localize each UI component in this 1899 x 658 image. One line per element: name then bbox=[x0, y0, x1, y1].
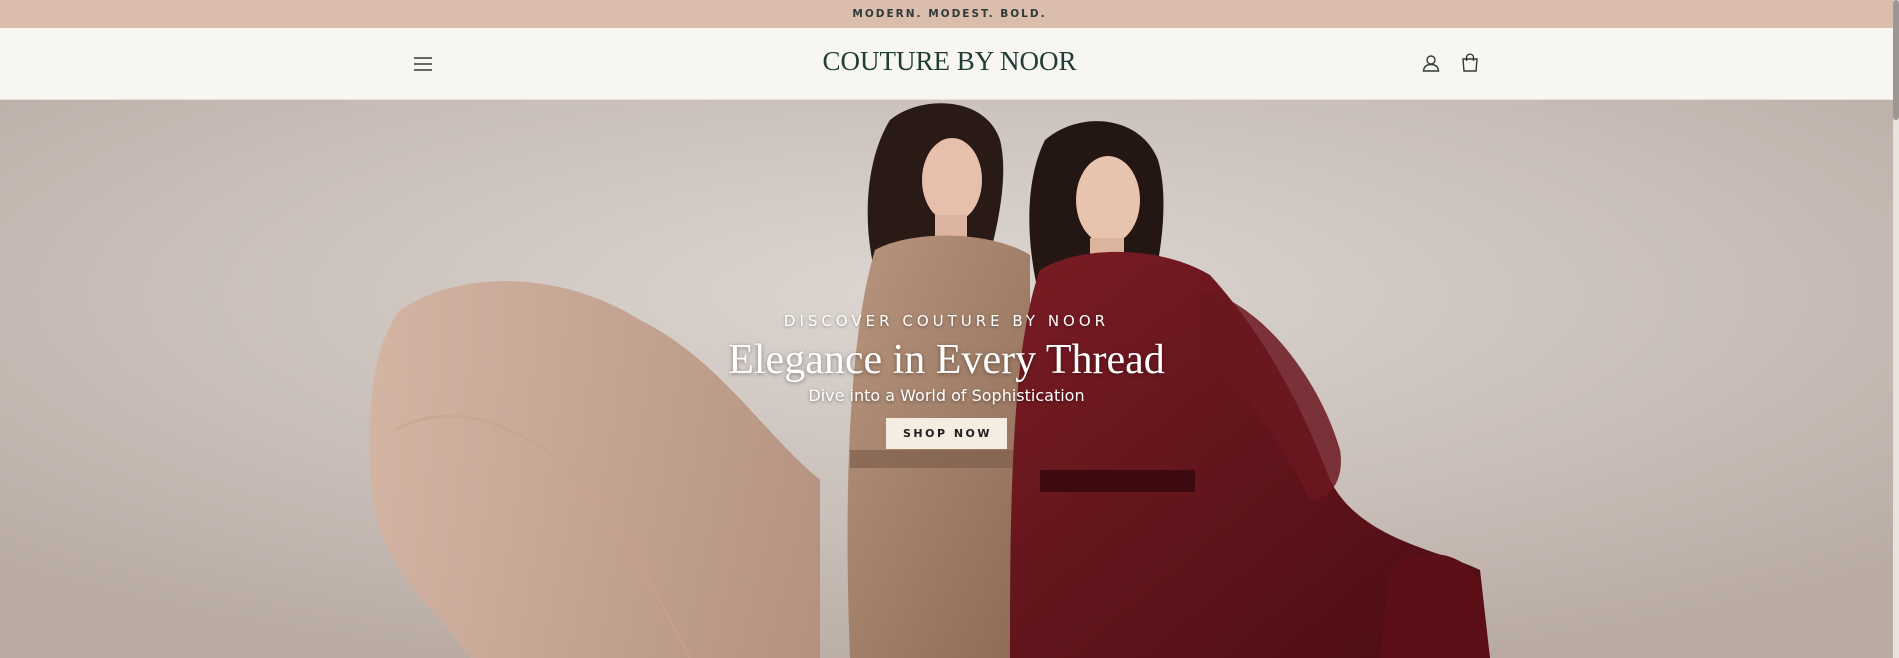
shopping-bag-icon bbox=[1462, 52, 1478, 72]
menu-button[interactable] bbox=[410, 51, 436, 77]
hero-title: Elegance in Every Thread bbox=[728, 337, 1165, 383]
scrollbar-thumb[interactable] bbox=[1893, 0, 1899, 120]
hero-subtitle: Dive into a World of Sophistication bbox=[808, 386, 1085, 405]
user-icon bbox=[1422, 55, 1440, 72]
hamburger-menu-icon bbox=[414, 57, 432, 71]
logo-text[interactable]: COUTURE BY NOOR bbox=[822, 46, 1076, 76]
logo: COUTURE BY NOOR bbox=[0, 46, 1899, 77]
announcement-text: MODERN. MODEST. BOLD. bbox=[852, 8, 1047, 20]
hero-eyebrow: DISCOVER COUTURE BY NOOR bbox=[783, 312, 1110, 330]
scrollbar[interactable] bbox=[1893, 0, 1899, 658]
cart-button[interactable] bbox=[1457, 49, 1483, 75]
account-button[interactable] bbox=[1418, 50, 1444, 76]
site-header: COUTURE BY NOOR bbox=[0, 28, 1899, 100]
hero-banner: DISCOVER COUTURE BY NOOR Elegance in Eve… bbox=[0, 100, 1893, 658]
shop-now-button[interactable]: SHOP NOW bbox=[885, 418, 1008, 449]
hero-content: DISCOVER COUTURE BY NOOR Elegance in Eve… bbox=[0, 312, 1893, 449]
announcement-bar: MODERN. MODEST. BOLD. bbox=[0, 0, 1899, 28]
